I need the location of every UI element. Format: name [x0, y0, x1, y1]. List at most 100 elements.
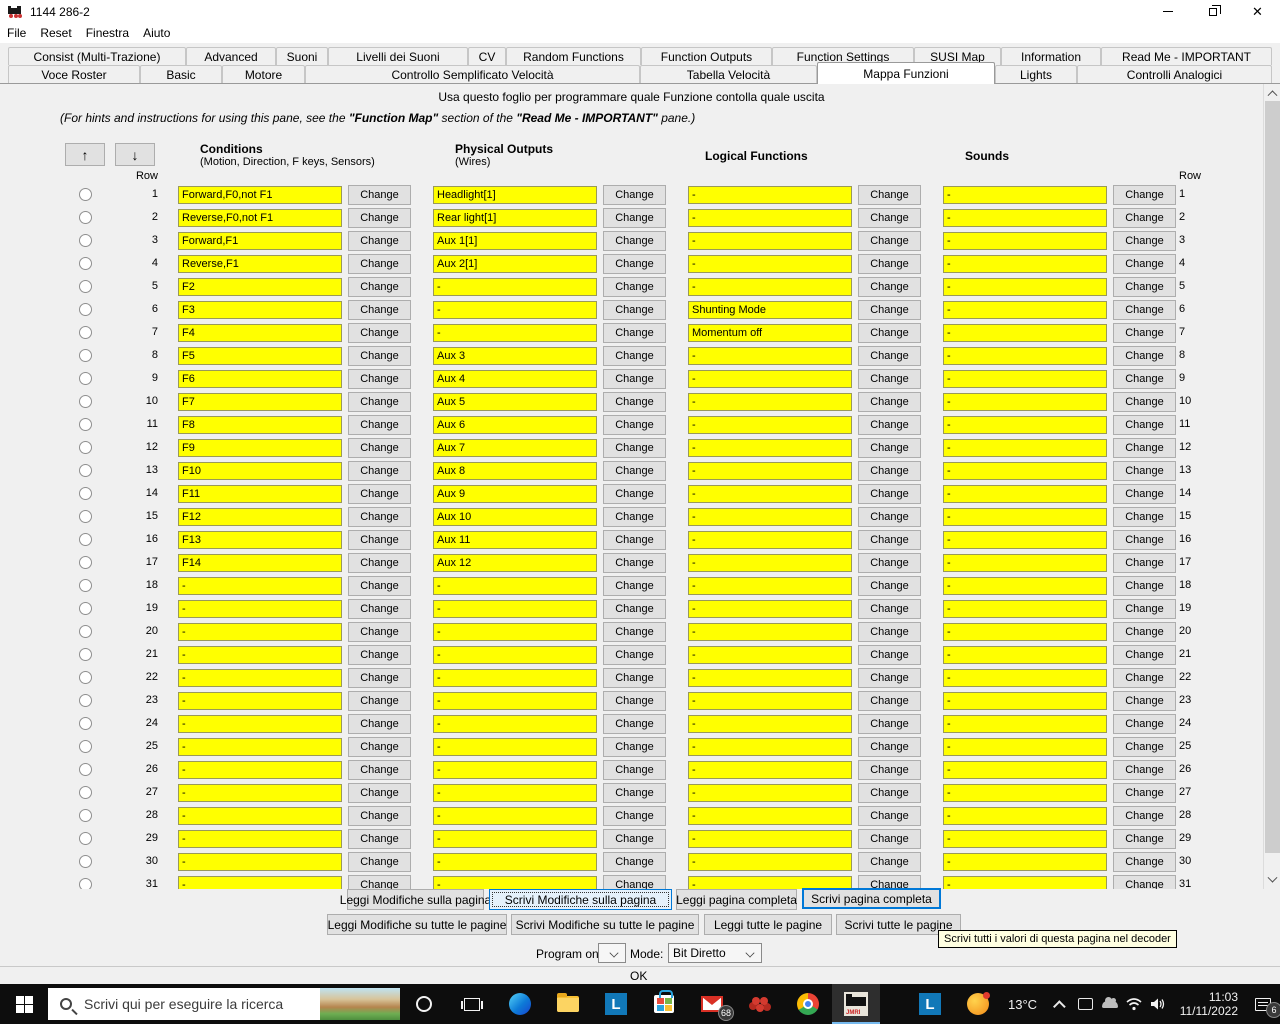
output-change-button[interactable]: Change: [603, 323, 666, 343]
logical-change-button[interactable]: Change: [858, 438, 921, 458]
output-change-button[interactable]: Change: [603, 806, 666, 826]
output-change-button[interactable]: Change: [603, 484, 666, 504]
output-change-button[interactable]: Change: [603, 208, 666, 228]
app-l-taskbar-button[interactable]: L: [592, 984, 640, 1024]
logical-change-button[interactable]: Change: [858, 484, 921, 504]
sound-change-button[interactable]: Change: [1113, 806, 1176, 826]
row-select-radio[interactable]: [79, 211, 92, 224]
row-select-radio[interactable]: [79, 234, 92, 247]
row-select-radio[interactable]: [79, 257, 92, 270]
logical-change-button[interactable]: Change: [858, 231, 921, 251]
row-select-radio[interactable]: [79, 786, 92, 799]
sound-change-button[interactable]: Change: [1113, 691, 1176, 711]
logical-change-button[interactable]: Change: [858, 783, 921, 803]
logical-change-button[interactable]: Change: [858, 323, 921, 343]
weather-temperature[interactable]: 13°C: [1008, 997, 1037, 1012]
condition-change-button[interactable]: Change: [348, 185, 411, 205]
sound-change-button[interactable]: Change: [1113, 599, 1176, 619]
output-change-button[interactable]: Change: [603, 622, 666, 642]
condition-change-button[interactable]: Change: [348, 622, 411, 642]
read-full-page-button[interactable]: Leggi pagina completa: [676, 889, 797, 910]
sound-change-button[interactable]: Change: [1113, 323, 1176, 343]
condition-change-button[interactable]: Change: [348, 691, 411, 711]
output-change-button[interactable]: Change: [603, 346, 666, 366]
condition-change-button[interactable]: Change: [348, 300, 411, 320]
sound-change-button[interactable]: Change: [1113, 231, 1176, 251]
read-changes-all-pages-button[interactable]: Leggi Modifiche su tutte le pagine: [327, 914, 507, 935]
sound-change-button[interactable]: Change: [1113, 783, 1176, 803]
write-changes-page-button[interactable]: Scrivi Modifiche sulla pagina: [489, 889, 672, 910]
output-change-button[interactable]: Change: [603, 576, 666, 596]
row-select-radio[interactable]: [79, 326, 92, 339]
tab-mappa-funzioni[interactable]: Mappa Funzioni: [817, 62, 995, 84]
row-select-radio[interactable]: [79, 510, 92, 523]
output-change-button[interactable]: Change: [603, 461, 666, 481]
sound-change-button[interactable]: Change: [1113, 392, 1176, 412]
logical-change-button[interactable]: Change: [858, 806, 921, 826]
output-change-button[interactable]: Change: [603, 875, 666, 889]
row-select-radio[interactable]: [79, 809, 92, 822]
output-change-button[interactable]: Change: [603, 829, 666, 849]
row-select-radio[interactable]: [79, 487, 92, 500]
row-select-radio[interactable]: [79, 625, 92, 638]
logical-change-button[interactable]: Change: [858, 346, 921, 366]
tab-function-outputs[interactable]: Function Outputs: [641, 47, 772, 65]
condition-change-button[interactable]: Change: [348, 415, 411, 435]
output-change-button[interactable]: Change: [603, 645, 666, 665]
tab-voce-roster[interactable]: Voce Roster: [8, 65, 140, 84]
search-highlight-image[interactable]: [320, 988, 400, 1020]
sound-change-button[interactable]: Change: [1113, 346, 1176, 366]
row-select-radio[interactable]: [79, 464, 92, 477]
jmri-taskbar-button[interactable]: JMRI: [832, 984, 880, 1024]
output-change-button[interactable]: Change: [603, 300, 666, 320]
logical-change-button[interactable]: Change: [858, 369, 921, 389]
sound-change-button[interactable]: Change: [1113, 714, 1176, 734]
menu-file[interactable]: File: [0, 23, 33, 44]
logical-change-button[interactable]: Change: [858, 737, 921, 757]
condition-change-button[interactable]: Change: [348, 875, 411, 889]
row-select-radio[interactable]: [79, 395, 92, 408]
condition-change-button[interactable]: Change: [348, 553, 411, 573]
logical-change-button[interactable]: Change: [858, 599, 921, 619]
menu-aiuto[interactable]: Aiuto: [136, 23, 177, 44]
action-center-button[interactable]: 6: [1246, 984, 1280, 1024]
sound-change-button[interactable]: Change: [1113, 369, 1176, 389]
condition-change-button[interactable]: Change: [348, 254, 411, 274]
tab-controlli-analogici[interactable]: Controlli Analogici: [1077, 65, 1272, 84]
sound-change-button[interactable]: Change: [1113, 208, 1176, 228]
condition-change-button[interactable]: Change: [348, 576, 411, 596]
condition-change-button[interactable]: Change: [348, 231, 411, 251]
logical-change-button[interactable]: Change: [858, 185, 921, 205]
minimize-button[interactable]: [1145, 0, 1190, 23]
condition-change-button[interactable]: Change: [348, 668, 411, 688]
tab-cv[interactable]: CV: [468, 47, 506, 65]
sound-change-button[interactable]: Change: [1113, 438, 1176, 458]
tab-tabella-velocita[interactable]: Tabella Velocità: [640, 65, 817, 84]
logical-change-button[interactable]: Change: [858, 714, 921, 734]
output-change-button[interactable]: Change: [603, 737, 666, 757]
condition-change-button[interactable]: Change: [348, 852, 411, 872]
weather-taskbar-button[interactable]: [954, 984, 1002, 1024]
tab-controllo-semplificato[interactable]: Controllo Semplificato Velocità: [305, 65, 640, 84]
tab-read-me[interactable]: Read Me - IMPORTANT: [1101, 47, 1272, 65]
logical-change-button[interactable]: Change: [858, 392, 921, 412]
row-select-radio[interactable]: [79, 418, 92, 431]
output-change-button[interactable]: Change: [603, 530, 666, 550]
sound-change-button[interactable]: Change: [1113, 576, 1176, 596]
logical-change-button[interactable]: Change: [858, 553, 921, 573]
logical-change-button[interactable]: Change: [858, 760, 921, 780]
row-select-radio[interactable]: [79, 533, 92, 546]
row-select-radio[interactable]: [79, 556, 92, 569]
condition-change-button[interactable]: Change: [348, 277, 411, 297]
sound-change-button[interactable]: Change: [1113, 622, 1176, 642]
sound-change-button[interactable]: Change: [1113, 553, 1176, 573]
task-view-button[interactable]: [448, 984, 496, 1024]
tab-motore[interactable]: Motore: [222, 65, 305, 84]
output-change-button[interactable]: Change: [603, 415, 666, 435]
menu-finestra[interactable]: Finestra: [79, 23, 136, 44]
row-select-radio[interactable]: [79, 648, 92, 661]
sound-change-button[interactable]: Change: [1113, 875, 1176, 889]
logical-change-button[interactable]: Change: [858, 530, 921, 550]
row-select-radio[interactable]: [79, 855, 92, 868]
row-select-radio[interactable]: [79, 602, 92, 615]
